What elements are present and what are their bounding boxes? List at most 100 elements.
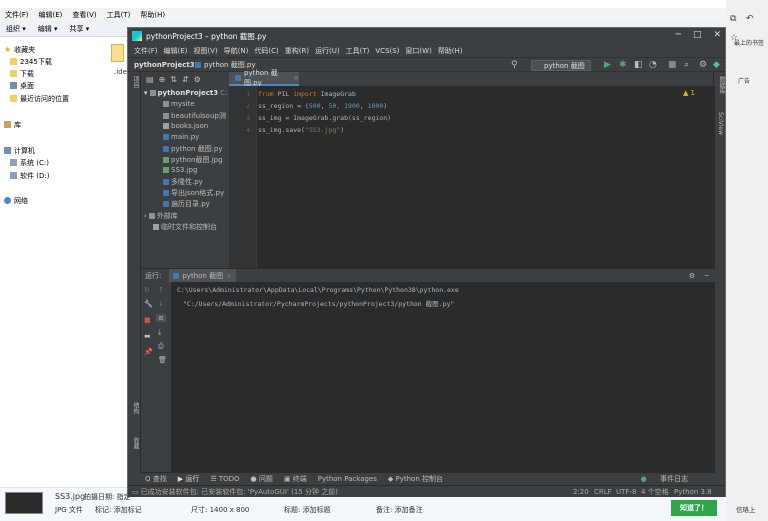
stop-icon[interactable]: ■ xyxy=(668,60,677,70)
nav-2345-downloads[interactable]: 2345下载 xyxy=(10,56,52,67)
pc-menu-help[interactable]: 帮助(H) xyxy=(435,46,466,56)
expand-icon[interactable]: ⇵ xyxy=(182,75,189,84)
indent-setting[interactable]: 4 个空格 xyxy=(641,487,669,497)
favorites-tool-tab[interactable]: 收藏 xyxy=(131,437,140,449)
find-tool-tab[interactable]: Q 查找 xyxy=(145,474,167,484)
menu-tools[interactable]: 工具(T) xyxy=(102,10,136,20)
warning-indicator[interactable]: ▲ 1 xyxy=(683,89,695,97)
tree-scratches[interactable]: 临时文件和控制台 xyxy=(153,222,217,232)
hide-icon[interactable]: ─ xyxy=(705,272,709,280)
file-encoding[interactable]: UTF-8 xyxy=(616,488,636,496)
pc-menu-vcs[interactable]: VCS(S) xyxy=(372,47,402,55)
login-label[interactable]: 信珞上 xyxy=(736,504,756,514)
down-icon[interactable]: ↓ xyxy=(158,300,164,308)
tree-item[interactable]: 导出json格式.py xyxy=(163,188,224,198)
run-tool-tab[interactable]: ▶ 运行 xyxy=(178,474,200,484)
tree-item[interactable]: books.json xyxy=(163,122,208,130)
pc-menu-tools[interactable]: 工具(T) xyxy=(343,46,373,56)
notify-ok-button[interactable]: 知道了！ xyxy=(671,500,717,516)
menu-edit[interactable]: 编辑(E) xyxy=(34,10,68,20)
event-log-tab[interactable]: ● 事件日志 xyxy=(641,474,699,484)
pc-menu-navigate[interactable]: 导航(N) xyxy=(221,46,252,56)
nav-libraries[interactable]: 库 xyxy=(4,119,21,130)
stop-icon[interactable]: ■ xyxy=(144,316,151,324)
tree-root[interactable]: ▾ pythonProject3 C: xyxy=(144,89,227,97)
gear-icon[interactable]: ⚙ xyxy=(689,272,695,280)
search-icon[interactable]: ⌕ xyxy=(684,60,689,70)
run-tab[interactable]: python 截图 × xyxy=(169,269,236,282)
soft-wrap-icon[interactable]: ≡ xyxy=(156,314,166,322)
up-icon[interactable]: ↑ xyxy=(158,286,164,294)
tree-item[interactable]: python 截图.py xyxy=(163,144,223,154)
coverage-icon[interactable]: ◧ xyxy=(634,60,643,70)
trash-icon[interactable]: 🗑 xyxy=(158,356,167,364)
edit-button[interactable]: 编辑 ▾ xyxy=(32,24,64,34)
scroll-end-icon[interactable]: ⤓ xyxy=(158,328,161,337)
line-separator[interactable]: CRLF xyxy=(594,488,612,496)
tree-item[interactable]: 遍历目录.py xyxy=(163,199,210,209)
gear-icon[interactable]: ⚙ xyxy=(194,75,201,84)
detail-note[interactable]: 备注: 添加备注 xyxy=(376,505,423,515)
nav-computer[interactable]: 计算机 xyxy=(4,145,35,156)
breadcrumb-project[interactable]: pythonProject3 xyxy=(134,61,195,69)
vcs-branch-icon[interactable]: ⚲ xyxy=(511,60,518,70)
nav-drive-c[interactable]: 系统 (C:) xyxy=(10,157,49,168)
maximize-icon[interactable]: □ xyxy=(693,30,702,40)
interpreter[interactable]: Python 3.8 xyxy=(674,488,712,496)
detail-title[interactable]: 标题: 添加标题 xyxy=(284,505,331,515)
run-console[interactable]: C:\Users\Administrator\AppData\Local\Pro… xyxy=(171,282,715,472)
layout-icon[interactable]: ▬ xyxy=(144,332,151,340)
pc-menu-edit[interactable]: 编辑(E) xyxy=(161,46,191,56)
print-icon[interactable]: ⎙ xyxy=(158,342,164,351)
close-tab-icon[interactable]: × xyxy=(293,74,299,82)
tree-item[interactable]: mysite xyxy=(163,100,195,108)
nav-downloads[interactable]: 下载 xyxy=(10,68,34,79)
nav-drive-d[interactable]: 软件 (D:) xyxy=(10,170,49,181)
file-thumbnail-icon[interactable] xyxy=(111,44,124,62)
database-tool-tab[interactable]: 数据库 xyxy=(717,76,726,94)
nav-recent[interactable]: 最近访问的位置 xyxy=(10,93,69,104)
console-tool-tab[interactable]: ◆ Python 控制台 xyxy=(388,474,443,484)
menu-file[interactable]: 文件(F) xyxy=(0,10,34,20)
terminal-tool-tab[interactable]: ▣ 终端 xyxy=(284,474,307,484)
minimize-icon[interactable]: ─ xyxy=(676,30,681,40)
todo-tool-tab[interactable]: ☰ TODO xyxy=(210,475,239,483)
packages-tool-tab[interactable]: Python Packages xyxy=(318,475,377,483)
structure-tool-tab[interactable]: 结构 xyxy=(131,402,140,414)
caret-position[interactable]: 2:20 xyxy=(573,488,589,496)
project-tool-tab[interactable]: 项目 xyxy=(131,76,140,88)
pc-menu-view[interactable]: 视图(V) xyxy=(190,46,220,56)
debug-icon[interactable]: ✱ xyxy=(619,60,627,70)
tree-item[interactable]: main.py xyxy=(163,133,199,141)
locate-icon[interactable]: ⊕ xyxy=(159,75,166,84)
tree-item[interactable]: python截图.jpg xyxy=(163,155,223,165)
menu-view[interactable]: 查看(V) xyxy=(67,10,101,20)
tree-external-libs[interactable]: › 外部库 xyxy=(144,211,178,221)
code-editor[interactable]: 1 2 3 4 from PIL import ImageGrab ss_reg… xyxy=(229,86,715,268)
pin-icon[interactable]: 📌 xyxy=(144,348,153,356)
menu-help[interactable]: 帮助(H) xyxy=(135,10,170,20)
nav-desktop[interactable]: 桌面 xyxy=(10,80,34,91)
run-config-select[interactable]: python 截图 xyxy=(531,60,591,71)
settings-icon[interactable]: ⚙ xyxy=(699,60,707,70)
pc-menu-run[interactable]: 运行(U) xyxy=(312,46,343,56)
tree-item[interactable]: beautifulsoup测 xyxy=(163,111,229,121)
editor-tab[interactable]: python 截图.py × xyxy=(229,69,299,87)
pc-menu-code[interactable]: 代码(C) xyxy=(251,46,281,56)
detail-tags[interactable]: 标记: 添加标记 xyxy=(95,505,142,515)
nav-favorites[interactable]: ★ 收藏夹 xyxy=(4,44,35,55)
organize-button[interactable]: 组织 ▾ xyxy=(0,24,32,34)
pc-menu-window[interactable]: 窗口(W) xyxy=(402,46,434,56)
close-icon[interactable]: ✕ xyxy=(713,30,721,40)
tree-item[interactable]: 多隆性.py xyxy=(163,177,203,187)
wrench-icon[interactable]: 🔧 xyxy=(144,300,153,308)
crop-icon[interactable]: ⧉ xyxy=(730,14,736,24)
sciview-tool-tab[interactable]: SciView xyxy=(717,112,724,135)
jetbrains-icon[interactable]: ◆ xyxy=(713,60,720,70)
project-view-icon[interactable]: ▤ xyxy=(146,75,154,84)
share-button[interactable]: 共享 ▾ xyxy=(64,24,96,34)
undo-icon[interactable]: ↶ xyxy=(746,14,754,24)
pc-menu-file[interactable]: 文件(F) xyxy=(131,46,161,56)
profile-icon[interactable]: ◔ xyxy=(649,60,657,70)
run-icon[interactable]: ▶ xyxy=(604,60,611,70)
